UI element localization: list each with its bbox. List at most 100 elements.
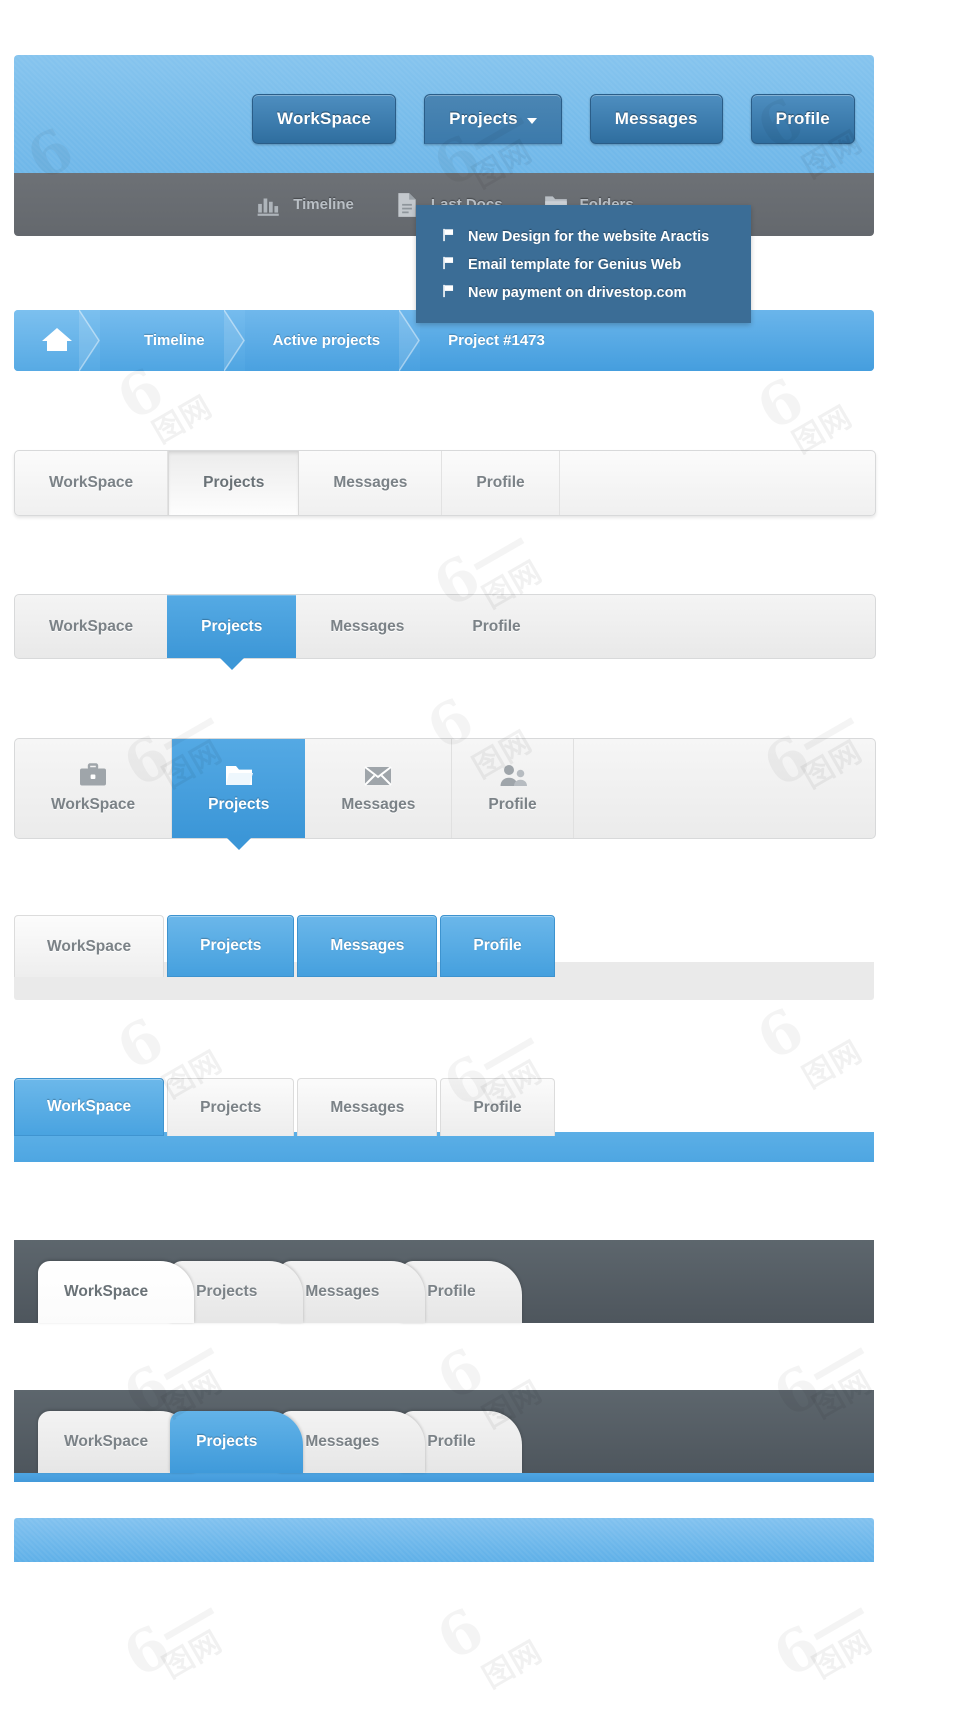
tab-label: Messages — [333, 474, 408, 491]
dropdown-item-label: Email template for Genius Web — [468, 257, 682, 273]
tabbar-row: WorkSpace Projects Messages Profile — [14, 1078, 555, 1136]
tabbar-row: WorkSpace Projects Messages Profile — [14, 915, 555, 977]
breadcrumb-label: Active projects — [272, 332, 381, 349]
tab-label: Projects — [208, 796, 270, 813]
tabbar-row: WorkSpace Projects Messages Profile — [38, 1411, 522, 1473]
tabbar-workspace-active: WorkSpace Projects Messages Profile — [14, 1078, 874, 1162]
tab-profile[interactable]: Profile — [452, 739, 574, 838]
tab-label: Profile — [473, 937, 522, 954]
tab-messages[interactable]: Messages — [297, 915, 438, 977]
subnav-label: Timeline — [293, 196, 354, 213]
subnav-item-timeline[interactable]: Timeline — [254, 192, 354, 218]
tabbar-content-strip — [14, 1132, 874, 1162]
tab-workspace[interactable]: WorkSpace — [15, 595, 167, 658]
tab-workspace[interactable]: WorkSpace — [15, 451, 169, 515]
tab-projects[interactable]: Projects — [167, 915, 295, 977]
tab-label: Messages — [305, 1283, 380, 1300]
tab-label: Profile — [476, 474, 525, 491]
tab-label: Profile — [473, 1098, 522, 1116]
breadcrumb-separator — [78, 310, 101, 371]
tab-projects[interactable]: Projects — [172, 739, 306, 850]
tab-label: Messages — [305, 1433, 380, 1450]
breadcrumb-item-timeline[interactable]: Timeline — [100, 310, 245, 371]
tab-label: Profile — [427, 1283, 476, 1300]
dropdown-item-label: New Design for the website Aractis — [468, 229, 710, 245]
tab-label: Messages — [341, 796, 416, 813]
tab-label: WorkSpace — [47, 1098, 132, 1115]
site-header: Timeline Last Docs Folders — [14, 55, 874, 323]
tab-workspace[interactable]: WorkSpace — [15, 739, 173, 838]
tab-profile[interactable]: Profile — [440, 1078, 555, 1136]
tabbar-filler — [560, 451, 875, 515]
chart-bars-icon — [254, 192, 284, 218]
tabbar-blue-buttons: WorkSpace Projects Messages Profile — [14, 915, 874, 1000]
tab-label: Projects — [200, 937, 262, 954]
tabbar-dark-folder-blue: WorkSpace Projects Messages Profile — [14, 1390, 874, 1482]
tab-projects[interactable]: Projects — [170, 1411, 304, 1473]
nav-button-label: Messages — [614, 109, 698, 128]
folder-icon — [224, 763, 254, 789]
tabbar-dark-folder-white: WorkSpace Projects Messages Profile — [14, 1240, 874, 1323]
home-icon — [40, 324, 74, 358]
nav-button-profile[interactable]: Profile — [750, 94, 855, 144]
tab-label: WorkSpace — [49, 617, 134, 635]
dropdown-item-new-payment[interactable]: New payment on drivestop.com — [416, 279, 751, 307]
tab-label: Messages — [330, 937, 405, 954]
users-icon — [498, 763, 528, 789]
tab-label: Profile — [472, 617, 521, 635]
breadcrumb-label: Timeline — [144, 332, 205, 349]
tab-label: Projects — [196, 1283, 258, 1300]
dropdown-item-new-design[interactable]: New Design for the website Aractis — [416, 223, 751, 251]
chevron-down-icon — [526, 117, 537, 124]
tab-profile[interactable]: Profile — [440, 915, 555, 977]
briefcase-icon — [78, 763, 108, 789]
tab-label: WorkSpace — [51, 796, 136, 813]
tab-workspace[interactable]: WorkSpace — [14, 1078, 165, 1136]
dropdown-item-email-template[interactable]: Email template for Genius Web — [416, 251, 751, 279]
breadcrumb-label: Project #1473 — [448, 332, 545, 349]
nav-button-workspace[interactable]: WorkSpace — [252, 94, 397, 144]
projects-dropdown-menu: New Design for the website Aractis Email… — [416, 205, 751, 323]
active-tab-underline — [14, 1473, 874, 1482]
tab-label: WorkSpace — [64, 1433, 149, 1450]
flag-icon — [442, 284, 455, 302]
tab-label: Projects — [200, 1098, 262, 1116]
nav-button-projects[interactable]: Projects — [424, 94, 562, 144]
tab-messages[interactable]: Messages — [305, 739, 453, 838]
nav-button-label: Projects — [449, 109, 518, 128]
nav-button-label: Profile — [775, 109, 830, 128]
tab-label: Messages — [330, 617, 405, 635]
tabbar-filler — [574, 739, 875, 838]
tab-workspace[interactable]: WorkSpace — [14, 915, 165, 977]
tab-label: Profile — [488, 796, 537, 813]
tab-label: Projects — [196, 1433, 258, 1450]
dropdown-item-label: New payment on drivestop.com — [468, 285, 687, 301]
tab-messages[interactable]: Messages — [299, 451, 443, 515]
tabbar-row: WorkSpace Projects Messages Profile — [38, 1261, 522, 1323]
bottom-blue-bar — [14, 1518, 874, 1562]
breadcrumb-separator — [222, 310, 246, 371]
tab-profile[interactable]: Profile — [438, 595, 554, 658]
envelope-icon — [363, 763, 393, 789]
tabbar-plain: WorkSpace Projects Messages Profile — [14, 450, 876, 516]
tabbar-filler — [555, 595, 875, 658]
tab-label: WorkSpace — [49, 474, 134, 491]
tab-projects[interactable]: Projects — [167, 595, 297, 670]
tab-profile[interactable]: Profile — [442, 451, 560, 515]
breadcrumb-home[interactable] — [14, 310, 100, 371]
tabbar-blue-active: WorkSpace Projects Messages Profile — [14, 594, 876, 670]
tab-label: Projects — [203, 474, 265, 491]
tab-projects[interactable]: Projects — [167, 1078, 295, 1136]
tab-label: WorkSpace — [64, 1283, 149, 1300]
tab-messages[interactable]: Messages — [296, 595, 438, 658]
tab-projects[interactable]: Projects — [168, 451, 300, 515]
tab-label: WorkSpace — [47, 937, 132, 955]
tab-label: Profile — [427, 1433, 476, 1450]
breadcrumb-item-active-projects[interactable]: Active projects — [244, 310, 421, 371]
nav-button-messages[interactable]: Messages — [589, 94, 723, 144]
tabbar-with-icons: WorkSpace Projects Messages Profile — [14, 738, 876, 850]
tab-messages[interactable]: Messages — [297, 1078, 438, 1136]
tab-workspace[interactable]: WorkSpace — [38, 1261, 195, 1323]
flag-icon — [442, 228, 455, 246]
flag-icon — [442, 256, 455, 274]
